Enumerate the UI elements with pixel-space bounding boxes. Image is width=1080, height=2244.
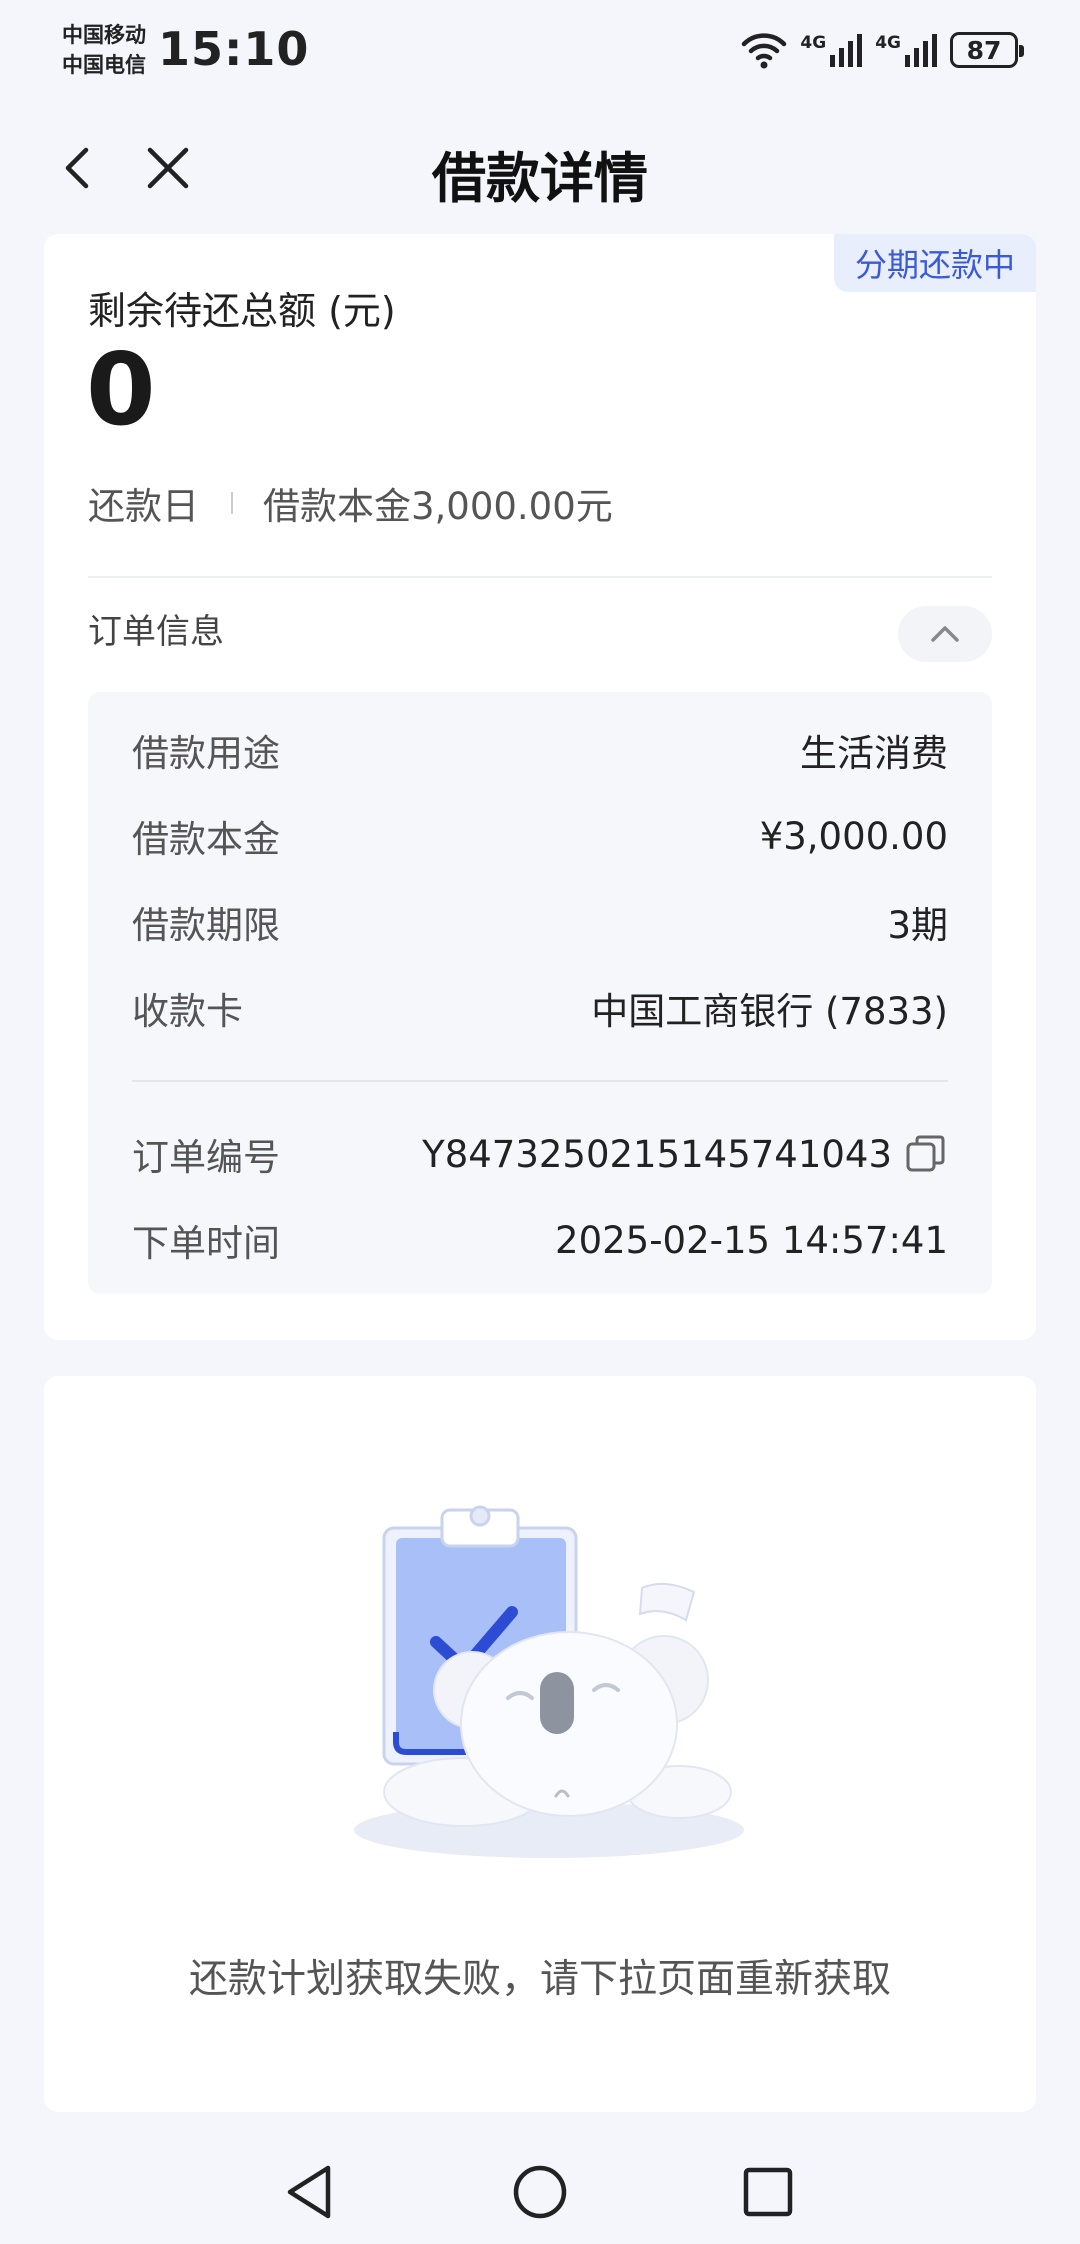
system-nav-bar xyxy=(0,2140,1080,2244)
order-time-value: 2025-02-15 14:57:41 xyxy=(555,1218,948,1262)
info-label: 借款期限 xyxy=(132,904,280,947)
info-row-term: 借款期限 3期 xyxy=(132,892,948,952)
remaining-label: 剩余待还总额 (元) xyxy=(88,289,396,333)
principal-summary: 借款本金3,000.00元 xyxy=(263,485,613,528)
nav-back-triangle-icon[interactable] xyxy=(272,2154,348,2230)
carrier-names: 中国移动 中国电信 xyxy=(62,20,146,80)
empty-state-message: 还款计划获取失败，请下拉页面重新获取 xyxy=(188,1957,891,2002)
order-info-box: 借款用途 生活消费 借款本金 ¥3,000.00 借款期限 3期 收款卡 中国工… xyxy=(88,692,992,1294)
net-type-2: 4G xyxy=(875,33,901,53)
status-badge: 分期还款中 xyxy=(834,234,1036,292)
info-row-card: 收款卡 中国工商银行 (7833) xyxy=(132,978,948,1038)
info-label: 借款本金 xyxy=(132,818,280,861)
chevron-up-icon xyxy=(931,626,959,642)
signal-1: 4G xyxy=(800,33,863,67)
battery-level: 87 xyxy=(966,35,1002,65)
signal-2: 4G xyxy=(875,33,938,67)
info-value: 3期 xyxy=(887,904,948,947)
loan-summary-row: 还款日 借款本金3,000.00元 xyxy=(88,478,613,528)
info-value: 生活消费 xyxy=(800,732,948,775)
repay-day-label: 还款日 xyxy=(88,485,199,528)
nav-bar: 借款详情 xyxy=(0,104,1080,234)
signal-bars-icon xyxy=(830,34,863,67)
status-bar: 中国移动 中国电信 15:10 4G 4G 87 xyxy=(0,0,1080,104)
order-no-value: Y8473250215145741043 xyxy=(422,1132,892,1176)
info-value: 中国工商银行 (7833) xyxy=(591,990,948,1033)
info-row-purpose: 借款用途 生活消费 xyxy=(132,720,948,780)
collapse-button[interactable] xyxy=(898,606,992,662)
order-no-value-group: Y8473250215145741043 xyxy=(422,1132,948,1176)
page-title: 借款详情 xyxy=(432,147,648,210)
summary-separator xyxy=(231,492,233,514)
empty-state-illustration xyxy=(354,1505,744,1858)
wifi-icon xyxy=(742,33,787,69)
order-section-title: 订单信息 xyxy=(88,612,224,652)
carrier-2: 中国电信 xyxy=(62,53,146,77)
status-indicators: 4G 4G 87 xyxy=(740,28,1024,72)
status-time: 15:10 xyxy=(158,22,310,76)
signal-bars-icon xyxy=(905,34,937,67)
info-value: ¥3,000.00 xyxy=(759,814,948,858)
copy-icon[interactable] xyxy=(904,1132,948,1176)
info-divider xyxy=(132,1080,948,1082)
info-row-order-no: 订单编号 Y8473250215145741043 xyxy=(132,1124,948,1184)
battery-indicator: 87 xyxy=(950,32,1024,68)
loan-detail-card: 分期还款中 剩余待还总额 (元) 0 还款日 借款本金3,000.00元 订单信… xyxy=(44,234,1036,1340)
nav-recents-square-icon[interactable] xyxy=(730,2154,806,2230)
remaining-amount: 0 xyxy=(86,331,156,448)
order-time-label: 下单时间 xyxy=(132,1222,280,1265)
info-label: 借款用途 xyxy=(132,732,280,775)
nav-home-circle-icon[interactable] xyxy=(502,2154,578,2230)
divider xyxy=(88,576,992,578)
info-row-principal: 借款本金 ¥3,000.00 xyxy=(132,806,948,866)
carrier-1: 中国移动 xyxy=(62,23,146,47)
repayment-plan-card: 还款计划获取失败，请下拉页面重新获取 xyxy=(44,1376,1036,2112)
info-row-order-time: 下单时间 2025-02-15 14:57:41 xyxy=(132,1210,948,1270)
order-no-label: 订单编号 xyxy=(132,1136,280,1179)
info-label: 收款卡 xyxy=(132,990,243,1033)
net-type-1: 4G xyxy=(800,33,827,53)
